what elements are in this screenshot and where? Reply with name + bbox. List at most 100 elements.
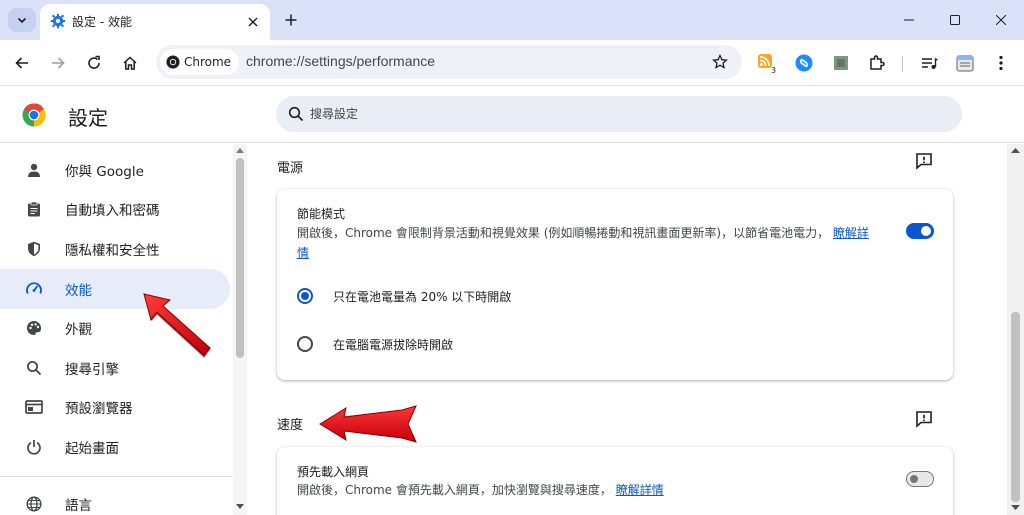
sidebar-item-default-browser[interactable]: 預設瀏覽器 (0, 387, 230, 427)
energy-saver-title: 節能模式 (297, 207, 346, 221)
energy-saver-toggle[interactable] (906, 223, 934, 239)
main-scrollbar[interactable] (1007, 144, 1024, 515)
maximize-button[interactable] (932, 0, 978, 40)
reload-icon (88, 55, 100, 69)
close-icon (996, 15, 1006, 25)
scroll-up-arrow-icon[interactable] (1011, 147, 1020, 153)
playlist-icon (922, 57, 938, 69)
radio-button-checked[interactable] (297, 288, 313, 304)
sidebar-item-label: 外觀 (65, 322, 92, 338)
shield-icon (24, 239, 44, 259)
sidebar-item-label: 隱私權和安全性 (65, 243, 160, 259)
toggle-knob (910, 474, 918, 483)
tab-search-button[interactable] (8, 8, 36, 32)
shazam-icon (795, 54, 813, 72)
settings-title: 設定 (68, 106, 108, 130)
radio-option-low-battery[interactable]: 只在電池電量為 20% 以下時開啟 (297, 277, 917, 317)
close-window-button[interactable] (978, 0, 1024, 40)
palette-icon (24, 318, 44, 338)
sidebar-item-label: 自動填入和密碼 (65, 203, 160, 219)
sidebar-scrollbar[interactable] (233, 144, 247, 515)
url-text: chrome://settings/performance (246, 53, 436, 69)
reload-button[interactable] (80, 49, 108, 77)
forward-button[interactable] (44, 49, 72, 77)
sidebar-divider (0, 476, 233, 477)
feedback-icon[interactable] (913, 150, 935, 172)
scroll-down-arrow-icon[interactable] (236, 504, 244, 510)
clipboard-icon (24, 199, 44, 219)
power-section-title: 電源 (277, 161, 304, 176)
active-tab[interactable]: 設定 - 效能 (40, 4, 270, 40)
browser-toolbar: Chrome chrome://settings/performance 3 (0, 40, 1024, 86)
image-extension-icon (834, 56, 848, 70)
extensions-button[interactable] (864, 50, 890, 76)
energy-saver-card: 節能模式 開啟後，Chrome 會限制背景活動和視覺效果 (例如順暢捲動和視訊畫… (277, 189, 953, 380)
tab-strip: 設定 - 效能 (0, 0, 1024, 40)
scroll-down-arrow-icon[interactable] (1011, 505, 1020, 511)
browser-window-icon (24, 397, 44, 417)
shazam-extension-button[interactable] (791, 50, 817, 76)
address-bar[interactable]: Chrome chrome://settings/performance (156, 45, 742, 79)
minimize-icon (904, 19, 914, 21)
arrow-right-icon (52, 57, 65, 69)
sidebar-item-label: 你與 Google (65, 164, 144, 180)
bookmark-star-icon[interactable] (710, 52, 730, 72)
settings-header: 設定 (0, 87, 1024, 143)
rss-icon: 3 (758, 54, 776, 74)
profile-calendar-icon (956, 55, 974, 72)
origin-chip-label: Chrome (184, 55, 232, 69)
sidebar-item-you-and-google[interactable]: 你與 Google (0, 150, 230, 190)
minimize-button[interactable] (886, 0, 932, 40)
radio-option-unplugged[interactable]: 在電腦電源拔除時開啟 (297, 325, 917, 365)
speedometer-icon (24, 279, 44, 299)
speed-section-title: 速度 (277, 418, 304, 433)
sidebar-item-autofill[interactable]: 自動填入和密碼 (0, 189, 230, 229)
preload-card: 預先載入網頁 開啟後，Chrome 會預先載入網頁，加快瀏覽與搜尋速度， 瞭解詳… (277, 447, 953, 515)
plus-icon (285, 14, 297, 26)
sidebar-item-search-engine[interactable]: 搜尋引擎 (0, 348, 230, 388)
close-tab-icon[interactable] (244, 13, 262, 31)
energy-saver-description-text: 開啟後，Chrome 會限制背景活動和視覺效果 (例如順暢捲動和視訊畫面更新率)… (297, 226, 830, 240)
preload-title: 預先載入網頁 (297, 465, 370, 479)
scroll-up-arrow-icon[interactable] (236, 147, 244, 153)
main-scrollbar-thumb[interactable] (1011, 312, 1020, 502)
sidebar-item-appearance[interactable]: 外觀 (0, 308, 230, 348)
settings-main: 電源 節能模式 開啟後，Chrome 會限制背景活動和視覺效果 (例如順暢捲動和… (247, 144, 1007, 515)
green-extension-button[interactable] (828, 50, 854, 76)
energy-saver-description: 開啟後，Chrome 會限制背景活動和視覺效果 (例如順暢捲動和視訊畫面更新率)… (297, 223, 877, 263)
sidebar-item-on-startup[interactable]: 起始畫面 (0, 427, 230, 467)
settings-search-bar[interactable] (276, 96, 962, 132)
sidebar-scrollbar-thumb[interactable] (236, 158, 244, 358)
chrome-menu-button[interactable] (988, 50, 1014, 76)
settings-sidebar: 你與 Google 自動填入和密碼 隱私權和安全性 效能 外觀 搜尋引擎 預設瀏… (0, 144, 233, 515)
toggle-knob (921, 226, 931, 236)
chrome-logo-icon (22, 103, 46, 127)
back-button[interactable] (8, 49, 36, 77)
sidebar-item-label: 搜尋引擎 (65, 362, 119, 378)
power-icon (24, 437, 44, 457)
radio-label: 在電腦電源拔除時開啟 (333, 338, 454, 352)
media-control-button[interactable] (916, 50, 942, 76)
maximize-icon (950, 15, 960, 25)
chrome-logo-icon (166, 55, 180, 69)
preload-description: 開啟後，Chrome 會預先載入網頁，加快瀏覽與搜尋速度， 瞭解詳情 (297, 480, 877, 500)
puzzle-piece-icon (870, 55, 885, 70)
preload-learn-more-link[interactable]: 瞭解詳情 (616, 483, 664, 497)
site-info-chip[interactable]: Chrome (160, 49, 240, 75)
preload-toggle[interactable] (906, 471, 934, 487)
gear-icon (50, 13, 66, 29)
home-button[interactable] (116, 49, 144, 77)
preload-description-text: 開啟後，Chrome 會預先載入網頁，加快瀏覽與搜尋速度， (297, 483, 612, 497)
search-icon (288, 106, 304, 122)
radio-button[interactable] (297, 336, 313, 352)
new-tab-button[interactable] (280, 9, 302, 31)
feedback-icon[interactable] (913, 408, 935, 430)
sidebar-item-languages[interactable]: 語言 (0, 484, 230, 515)
home-icon (123, 56, 137, 70)
sidebar-item-performance[interactable]: 效能 (0, 269, 230, 309)
person-icon (24, 160, 44, 180)
profile-button[interactable] (952, 50, 978, 76)
sidebar-item-privacy[interactable]: 隱私權和安全性 (0, 229, 230, 269)
rss-extension-button[interactable]: 3 (754, 50, 780, 76)
settings-search-input[interactable] (310, 104, 910, 124)
